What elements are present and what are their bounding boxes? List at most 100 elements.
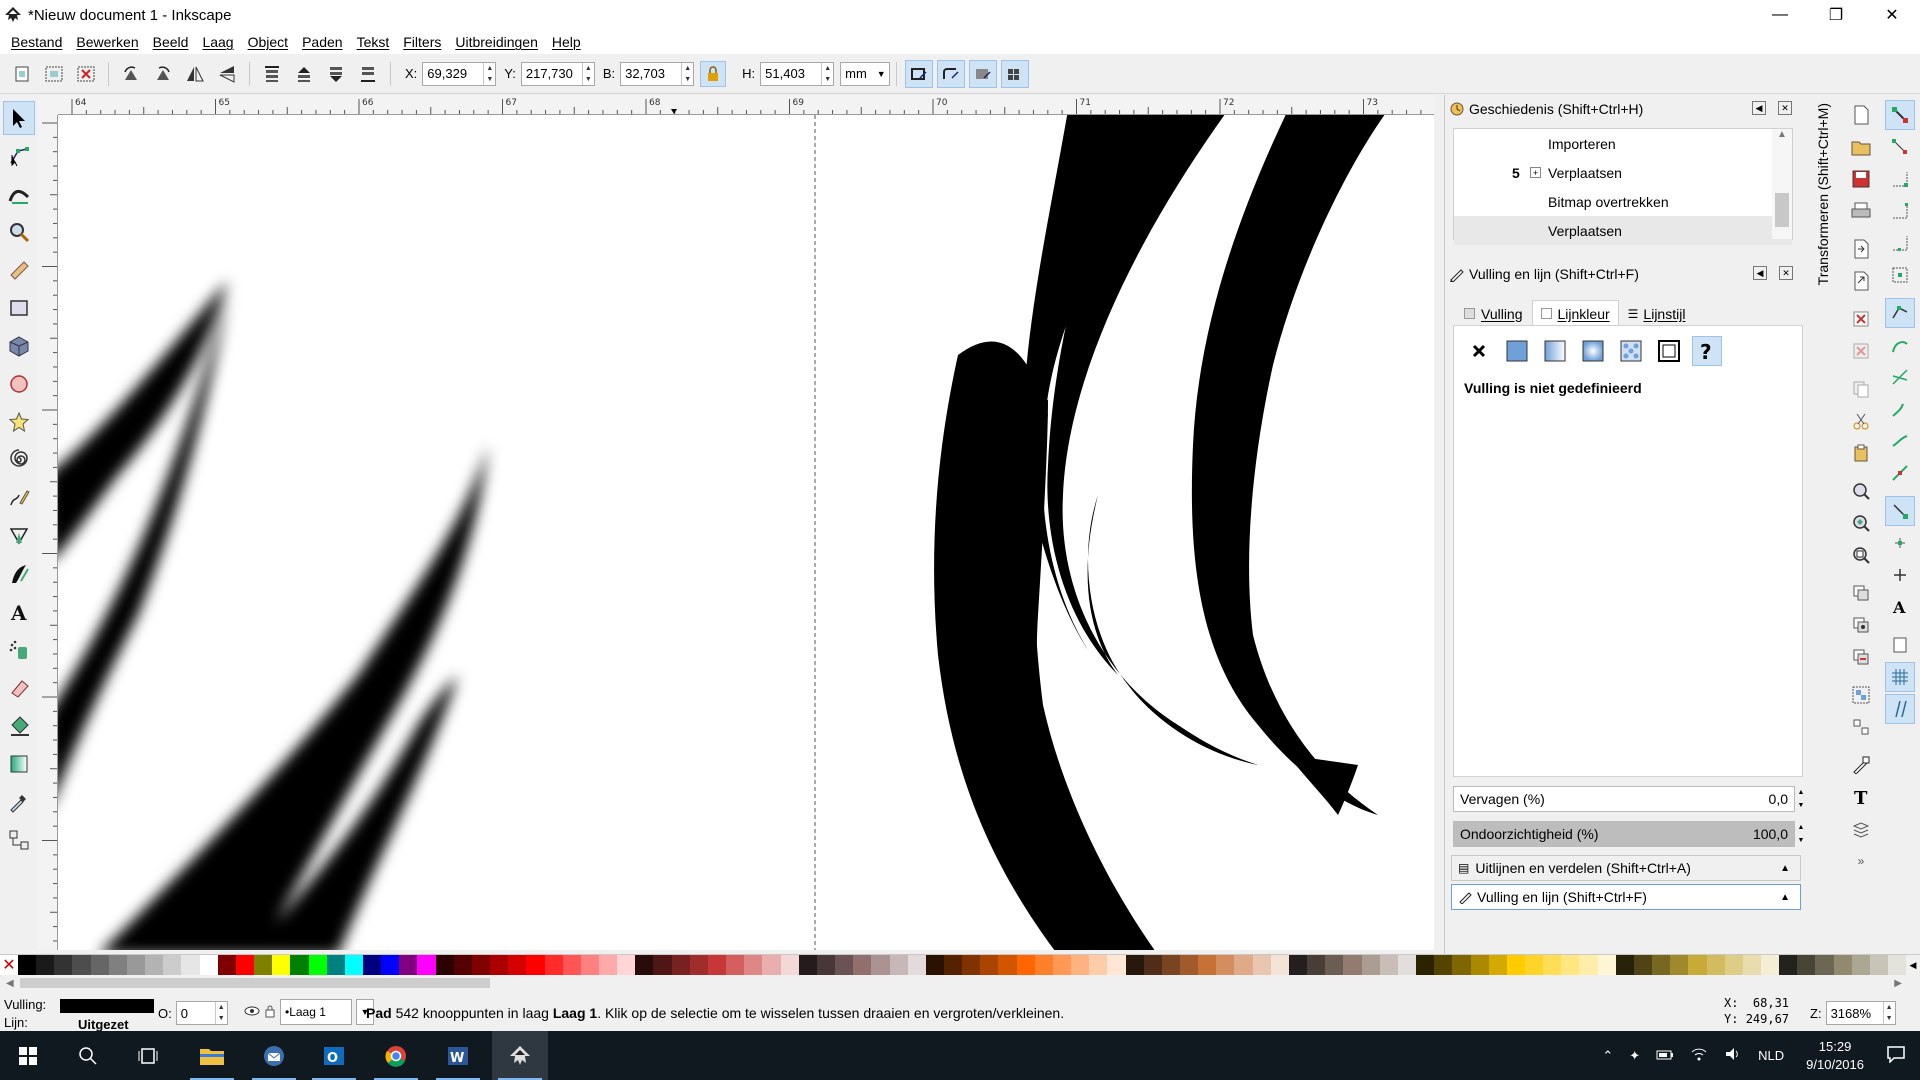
zoom-page-icon[interactable] (1846, 540, 1876, 570)
color-swatch[interactable] (835, 955, 854, 975)
rotate-ccw-icon[interactable] (117, 60, 145, 88)
color-swatch[interactable] (744, 955, 763, 975)
color-swatch[interactable] (889, 955, 908, 975)
menu-laag[interactable]: Laag (195, 34, 240, 50)
collapse-icon[interactable]: ◀ (1753, 266, 1767, 280)
lower-icon[interactable] (322, 60, 350, 88)
fill-stroke-dialog-icon[interactable] (1846, 750, 1876, 780)
color-swatch[interactable] (617, 955, 636, 975)
pen-tool[interactable] (3, 519, 35, 553)
blur-slider[interactable]: Vervagen (%) 0,0 ▲ ▼ (1453, 785, 1807, 813)
action-center-icon[interactable] (1886, 1045, 1906, 1066)
undo-icon[interactable] (1846, 304, 1876, 334)
color-swatch[interactable] (1198, 955, 1217, 975)
zoom-tool[interactable] (3, 215, 35, 249)
color-swatch[interactable] (1670, 955, 1689, 975)
color-swatch[interactable] (562, 955, 581, 975)
scroll-right-icon[interactable]: ▶ (1894, 978, 1902, 989)
pencil-tool[interactable] (3, 481, 35, 515)
color-swatch[interactable] (1434, 955, 1453, 975)
color-swatch[interactable] (1379, 955, 1398, 975)
no-paint-button[interactable] (1464, 336, 1494, 366)
snap-grids-icon[interactable] (1885, 662, 1915, 692)
color-swatch[interactable] (1071, 955, 1090, 975)
snap-bbox-icon[interactable] (1885, 132, 1915, 162)
traced-path[interactable] (934, 115, 1388, 950)
layers-dialog-icon[interactable] (1846, 814, 1876, 844)
snap-smooth-nodes-icon[interactable] (1885, 426, 1915, 456)
select-all-icon[interactable] (8, 60, 36, 88)
color-swatch[interactable] (998, 955, 1017, 975)
export-icon[interactable] (1846, 266, 1876, 296)
text-tool[interactable]: A (3, 595, 35, 629)
linear-gradient-button[interactable] (1540, 336, 1570, 366)
close-icon[interactable]: ✕ (1778, 101, 1792, 115)
color-swatch[interactable] (1307, 955, 1326, 975)
color-swatch[interactable] (163, 955, 182, 975)
zoom-selection-icon[interactable] (1846, 476, 1876, 506)
ungroup-icon[interactable] (1846, 712, 1876, 742)
opacity-stepper[interactable]: ▲ ▼ (214, 1002, 227, 1024)
transform-patterns-toggle[interactable] (1001, 59, 1030, 88)
history-item[interactable]: Bitmap overtrekken (1454, 187, 1792, 216)
inkscape-taskbar-item[interactable] (492, 1031, 548, 1080)
color-swatch[interactable] (816, 955, 836, 975)
scale-stroke-toggle[interactable] (905, 59, 934, 88)
scroll-up-icon[interactable]: ▲ (1772, 129, 1792, 140)
height-stepper[interactable]: ▲ ▼ (821, 62, 833, 85)
color-swatch[interactable] (1761, 955, 1780, 975)
color-swatch[interactable] (1252, 955, 1271, 975)
menu-paden[interactable]: Paden (295, 34, 349, 50)
color-swatch[interactable] (599, 955, 618, 975)
node-tool[interactable] (3, 139, 35, 173)
color-swatch[interactable] (1470, 955, 1489, 975)
snap-bbox-midpoints-icon[interactable] (1885, 228, 1915, 258)
zoom-drawing-icon[interactable] (1846, 508, 1876, 538)
color-swatch[interactable] (1597, 955, 1616, 975)
redo-icon[interactable] (1846, 336, 1876, 366)
color-swatch[interactable] (362, 955, 382, 975)
color-swatch[interactable] (471, 955, 491, 975)
width-input[interactable] (621, 62, 682, 85)
snap-others-icon[interactable] (1885, 496, 1915, 526)
history-item[interactable]: 5 + Verplaatsen (1454, 158, 1792, 187)
unlink-clone-icon[interactable] (1846, 642, 1876, 672)
fill-swatch[interactable] (60, 999, 154, 1013)
transform-dock-tab[interactable]: Transformeren (Shift+Ctrl+M) (1808, 95, 1838, 325)
more-icon[interactable]: » (1846, 846, 1876, 876)
lock-icon[interactable] (264, 1004, 276, 1021)
snap-page-border-icon[interactable] (1885, 630, 1915, 660)
color-swatch[interactable] (1180, 955, 1199, 975)
ellipse-tool[interactable] (3, 367, 35, 401)
color-swatch[interactable] (635, 955, 654, 975)
snap-line-midpoints-icon[interactable] (1885, 458, 1915, 488)
transform-gradients-toggle[interactable] (969, 59, 998, 88)
color-swatch[interactable] (1742, 955, 1761, 975)
close-icon[interactable]: ✕ (1779, 266, 1793, 280)
y-input[interactable] (521, 62, 582, 85)
color-swatch[interactable] (1143, 955, 1162, 975)
menu-bestand[interactable]: Bestand (4, 34, 69, 50)
history-item[interactable]: Verplaatsen (1454, 216, 1792, 245)
color-swatch[interactable] (36, 955, 55, 975)
horizontal-scrollbar[interactable]: ◀ ▶ (0, 975, 1920, 991)
menu-uitbreidingen[interactable]: Uitbreidingen (448, 34, 545, 50)
spray-tool[interactable] (3, 633, 35, 667)
color-swatch[interactable] (671, 955, 690, 975)
bitmap-image[interactable] (58, 280, 488, 950)
color-swatch[interactable] (1343, 955, 1362, 975)
scale-corners-toggle[interactable] (937, 59, 966, 88)
color-swatch[interactable] (199, 955, 218, 975)
horizontal-ruler[interactable]: 64 65 66 67 68 69 70 71 72 73 (58, 95, 1434, 115)
color-swatch[interactable] (980, 955, 999, 975)
flip-horizontal-icon[interactable] (181, 60, 209, 88)
task-view-button[interactable] (120, 1031, 176, 1080)
color-swatch[interactable] (1270, 955, 1289, 975)
zoom-input[interactable] (1826, 1002, 1883, 1024)
color-swatch[interactable] (1851, 955, 1870, 975)
language-indicator[interactable]: NLD (1758, 1048, 1784, 1063)
paste-icon[interactable] (1846, 438, 1876, 468)
color-swatch[interactable] (1833, 955, 1852, 975)
lock-ratio-button[interactable] (700, 60, 727, 87)
color-swatch[interactable] (1506, 955, 1525, 975)
